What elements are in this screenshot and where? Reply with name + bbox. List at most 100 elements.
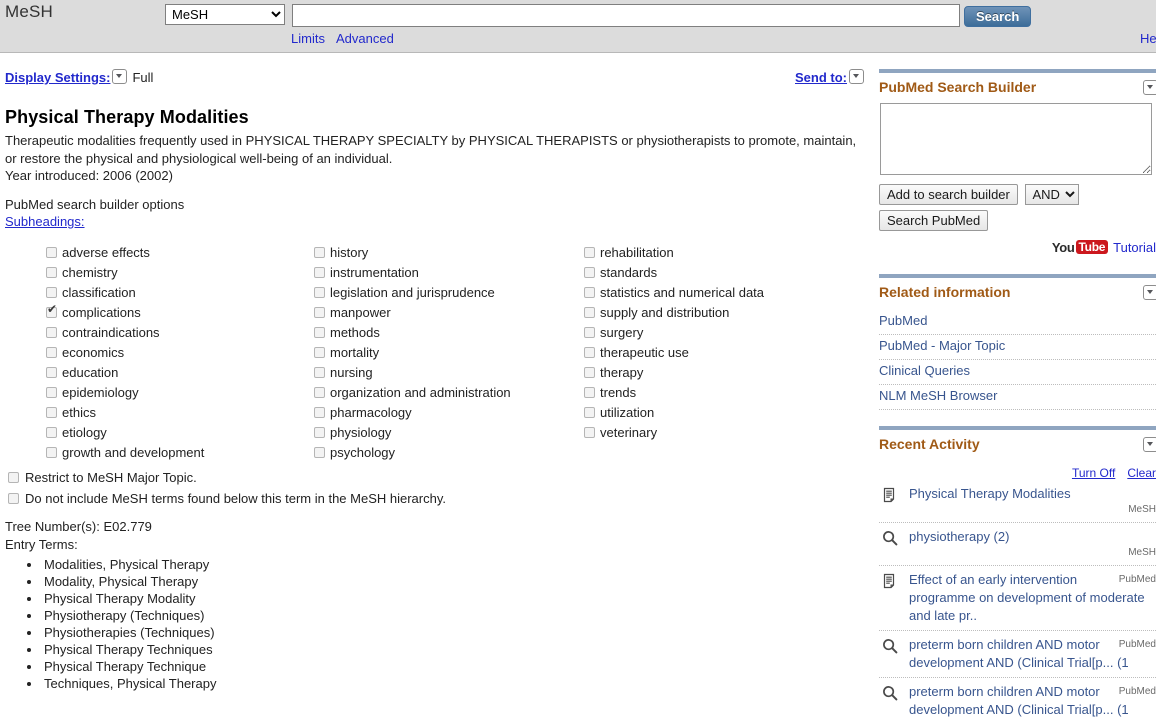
- restrict-option-checkbox[interactable]: [8, 472, 19, 483]
- subheading-row[interactable]: statistics and numerical data: [584, 283, 764, 303]
- subheading-checkbox[interactable]: [584, 307, 595, 318]
- subheadings-label[interactable]: Subheadings:: [5, 214, 85, 229]
- subheading-row[interactable]: surgery: [584, 323, 764, 343]
- boolean-operator-select[interactable]: AND: [1025, 184, 1080, 205]
- subheading-row[interactable]: economics: [46, 343, 204, 363]
- help-link[interactable]: Help: [1140, 31, 1156, 46]
- restrict-option-row[interactable]: Restrict to MeSH Major Topic.: [8, 467, 872, 488]
- chevron-down-icon[interactable]: [1143, 285, 1156, 300]
- limits-link[interactable]: Limits: [291, 31, 325, 46]
- subheading-row[interactable]: mortality: [314, 343, 511, 363]
- subheading-checkbox[interactable]: [46, 267, 57, 278]
- subheading-checkbox[interactable]: [314, 427, 325, 438]
- subheading-checkbox[interactable]: [584, 427, 595, 438]
- subheading-checkbox[interactable]: [314, 387, 325, 398]
- subheading-checkbox[interactable]: [584, 347, 595, 358]
- subheading-checkbox[interactable]: [46, 447, 57, 458]
- subheading-row[interactable]: organization and administration: [314, 383, 511, 403]
- subheading-checkbox[interactable]: [46, 303, 57, 318]
- subheading-row[interactable]: complications: [46, 303, 204, 323]
- subheading-row[interactable]: etiology: [46, 423, 204, 443]
- related-information-link[interactable]: NLM MeSH Browser: [879, 388, 997, 403]
- subheading-checkbox[interactable]: [314, 407, 325, 418]
- chevron-down-icon[interactable]: [849, 69, 864, 84]
- recent-activity-item[interactable]: PubMed preterm born children AND motor de…: [879, 631, 1156, 678]
- subheading-checkbox[interactable]: [584, 407, 595, 418]
- subheading-checkbox[interactable]: [584, 367, 595, 378]
- subheading-checkbox[interactable]: [584, 267, 595, 278]
- subheading-checkbox[interactable]: [584, 327, 595, 338]
- subheading-row[interactable]: methods: [314, 323, 511, 343]
- subheading-checkbox[interactable]: [314, 347, 325, 358]
- recent-activity-link[interactable]: Physical Therapy Modalities: [909, 486, 1071, 501]
- restrict-option-checkbox[interactable]: [8, 493, 19, 504]
- subheading-row[interactable]: therapeutic use: [584, 343, 764, 363]
- subheading-checkbox[interactable]: [46, 387, 57, 398]
- subheading-row[interactable]: nursing: [314, 363, 511, 383]
- subheading-checkbox[interactable]: [46, 347, 57, 358]
- subheading-row[interactable]: contraindications: [46, 323, 204, 343]
- search-input[interactable]: [292, 4, 960, 27]
- related-information-item[interactable]: NLM MeSH Browser: [879, 385, 1156, 410]
- subheading-row[interactable]: supply and distribution: [584, 303, 764, 323]
- restrict-option-row[interactable]: Do not include MeSH terms found below th…: [8, 488, 872, 509]
- subheading-checkbox[interactable]: [46, 287, 57, 298]
- subheading-checkbox[interactable]: [584, 287, 595, 298]
- related-information-item[interactable]: PubMed: [879, 310, 1156, 335]
- subheading-row[interactable]: therapy: [584, 363, 764, 383]
- subheading-row[interactable]: pharmacology: [314, 403, 511, 423]
- recent-activity-link[interactable]: Effect of an early intervention programm…: [909, 572, 1145, 623]
- subheading-checkbox[interactable]: [584, 387, 595, 398]
- recent-activity-link[interactable]: preterm born children AND motor developm…: [909, 637, 1129, 670]
- recent-activity-item[interactable]: PubMed preterm born children AND motor de…: [879, 678, 1156, 718]
- subheading-row[interactable]: epidemiology: [46, 383, 204, 403]
- subheading-row[interactable]: manpower: [314, 303, 511, 323]
- subheading-checkbox[interactable]: [46, 367, 57, 378]
- subheading-row[interactable]: classification: [46, 283, 204, 303]
- recent-activity-item[interactable]: PubMed Effect of an early intervention pr…: [879, 566, 1156, 631]
- clear-link[interactable]: Clear: [1127, 466, 1156, 480]
- subheading-row[interactable]: education: [46, 363, 204, 383]
- subheading-checkbox[interactable]: [314, 307, 325, 318]
- turn-off-link[interactable]: Turn Off: [1072, 466, 1115, 480]
- send-to-link[interactable]: Send to:: [795, 70, 847, 85]
- subheading-row[interactable]: legislation and jurisprudence: [314, 283, 511, 303]
- display-settings-link[interactable]: Display Settings:: [5, 70, 110, 85]
- recent-activity-link[interactable]: physiotherapy (2): [909, 529, 1009, 544]
- search-builder-textarea[interactable]: [880, 103, 1152, 175]
- add-to-search-builder-button[interactable]: Add to search builder: [879, 184, 1018, 205]
- chevron-down-icon[interactable]: [112, 69, 128, 84]
- related-information-link[interactable]: PubMed - Major Topic: [879, 338, 1005, 353]
- subheading-row[interactable]: history: [314, 243, 511, 263]
- subheading-row[interactable]: veterinary: [584, 423, 764, 443]
- subheading-checkbox[interactable]: [314, 327, 325, 338]
- related-information-item[interactable]: PubMed - Major Topic: [879, 335, 1156, 360]
- subheading-checkbox[interactable]: [314, 367, 325, 378]
- subheading-row[interactable]: rehabilitation: [584, 243, 764, 263]
- subheading-checkbox[interactable]: [314, 447, 325, 458]
- chevron-down-icon[interactable]: [1143, 437, 1156, 452]
- recent-activity-item[interactable]: physiotherapy (2) MeSH: [879, 523, 1156, 566]
- recent-activity-item[interactable]: Physical Therapy Modalities MeSH: [879, 480, 1156, 523]
- search-pubmed-button[interactable]: Search PubMed: [879, 210, 989, 231]
- subheading-checkbox[interactable]: [314, 267, 325, 278]
- advanced-link[interactable]: Advanced: [336, 31, 394, 46]
- subheading-row[interactable]: trends: [584, 383, 764, 403]
- database-select[interactable]: MeSH: [165, 4, 285, 25]
- subheading-checkbox[interactable]: [314, 287, 325, 298]
- subheading-checkbox[interactable]: [46, 247, 57, 258]
- subheading-checkbox[interactable]: [46, 427, 57, 438]
- search-button[interactable]: Search: [964, 6, 1032, 27]
- related-information-item[interactable]: Clinical Queries: [879, 360, 1156, 385]
- subheading-row[interactable]: ethics: [46, 403, 204, 423]
- subheading-row[interactable]: adverse effects: [46, 243, 204, 263]
- subheading-row[interactable]: growth and development: [46, 443, 204, 463]
- subheading-checkbox[interactable]: [46, 327, 57, 338]
- subheading-row[interactable]: psychology: [314, 443, 511, 463]
- subheading-row[interactable]: utilization: [584, 403, 764, 423]
- subheading-checkbox[interactable]: [314, 247, 325, 258]
- subheading-row[interactable]: chemistry: [46, 263, 204, 283]
- subheading-row[interactable]: standards: [584, 263, 764, 283]
- subheading-checkbox[interactable]: [46, 407, 57, 418]
- subheading-row[interactable]: physiology: [314, 423, 511, 443]
